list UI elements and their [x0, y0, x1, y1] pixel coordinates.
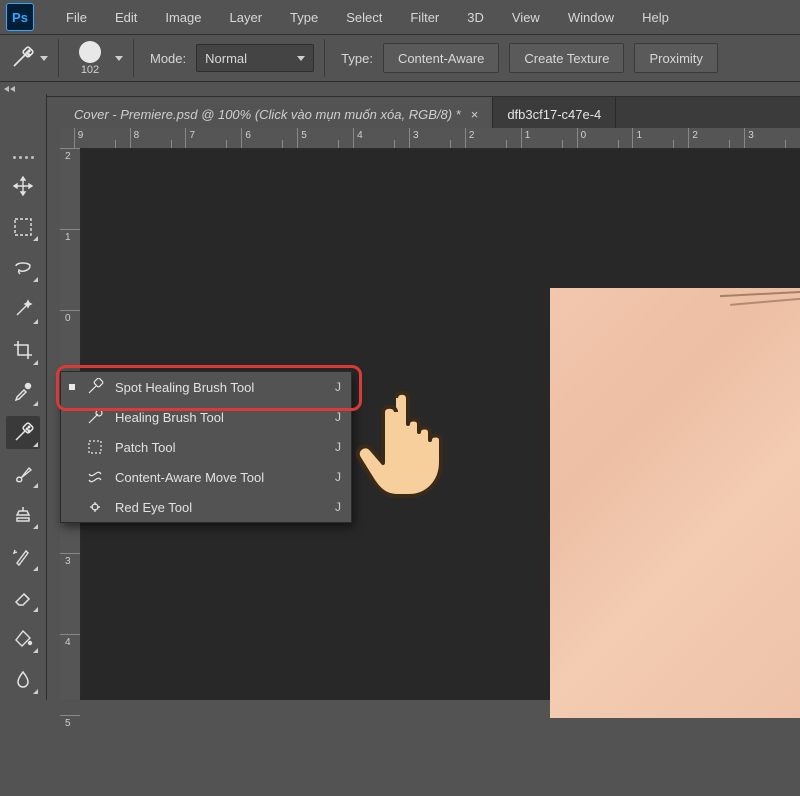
brush-icon — [12, 463, 34, 485]
spot-healing-brush-icon — [11, 421, 35, 445]
menu-file[interactable]: File — [52, 0, 101, 34]
chevron-down-icon — [40, 56, 48, 61]
brush-preview-icon — [79, 41, 101, 63]
brush-preset-picker[interactable]: 102 — [69, 41, 111, 76]
clone-stamp-tool[interactable] — [6, 498, 40, 531]
flyout-item-label: Healing Brush Tool — [115, 410, 325, 425]
current-indicator — [69, 384, 75, 390]
magic-wand-icon — [12, 298, 34, 320]
type-label: Type: — [341, 51, 373, 66]
type-content-aware-button[interactable]: Content-Aware — [383, 43, 499, 73]
lasso-tool[interactable] — [6, 251, 40, 284]
photoshop-logo: Ps — [6, 3, 34, 31]
separator — [133, 39, 134, 77]
eyedropper-tool[interactable] — [6, 375, 40, 408]
paint-bucket-icon — [13, 628, 33, 648]
magic-wand-tool[interactable] — [6, 292, 40, 325]
menu-type[interactable]: Type — [276, 0, 332, 34]
menu-bar: Ps File Edit Image Layer Type Select Fil… — [0, 0, 800, 35]
spot-healing-brush-tool[interactable] — [6, 416, 40, 449]
crop-tool[interactable] — [6, 334, 40, 367]
eyedropper-icon — [12, 380, 34, 402]
mode-value: Normal — [205, 51, 247, 66]
menu-select[interactable]: Select — [332, 0, 396, 34]
menu-window[interactable]: Window — [554, 0, 628, 34]
options-bar: 102 Mode: Normal Type: Content-Aware Cre… — [0, 35, 800, 82]
chevron-down-icon — [297, 56, 305, 61]
marquee-icon — [13, 217, 33, 237]
spot-healing-brush-icon — [8, 44, 36, 72]
flyout-item-healing-brush[interactable]: Healing Brush Tool J — [61, 402, 351, 432]
flyout-item-label: Patch Tool — [115, 440, 325, 455]
marquee-tool[interactable] — [6, 210, 40, 243]
collapse-arrows-icon — [4, 86, 9, 92]
flyout-item-shortcut: J — [335, 500, 341, 514]
eraser-tool[interactable] — [6, 581, 40, 614]
mode-label: Mode: — [150, 51, 186, 66]
menu-layer[interactable]: Layer — [216, 0, 277, 34]
tool-preset-picker[interactable] — [8, 44, 48, 72]
type-proximity-button[interactable]: Proximity — [634, 43, 717, 73]
flyout-item-shortcut: J — [335, 410, 341, 424]
menu-help[interactable]: Help — [628, 0, 683, 34]
document-tab[interactable]: Cover - Premiere.psd @ 100% (Click vào m… — [60, 97, 493, 131]
mode-select[interactable]: Normal — [196, 44, 314, 72]
crop-icon — [12, 339, 34, 361]
menu-filter[interactable]: Filter — [396, 0, 453, 34]
gradient-tool[interactable] — [6, 622, 40, 655]
move-icon — [12, 175, 34, 197]
flyout-item-spot-healing-brush[interactable]: Spot Healing Brush Tool J — [61, 372, 351, 402]
chevron-down-icon[interactable] — [115, 56, 123, 61]
content-aware-move-icon — [85, 467, 105, 487]
flyout-item-shortcut: J — [335, 380, 341, 394]
eraser-icon — [12, 586, 34, 608]
flyout-item-label: Spot Healing Brush Tool — [115, 380, 325, 395]
menu-image[interactable]: Image — [151, 0, 215, 34]
blur-tool[interactable] — [6, 663, 40, 696]
flyout-item-label: Red Eye Tool — [115, 500, 325, 515]
healing-tools-flyout: Spot Healing Brush Tool J Healing Brush … — [60, 371, 352, 523]
tool-panel — [0, 94, 47, 700]
ruler-horizontal[interactable]: 9 8 7 6 5 4 3 2 1 0 1 2 3 — [60, 128, 800, 149]
flyout-item-patch[interactable]: Patch Tool J — [61, 432, 351, 462]
brush-size-value: 102 — [81, 64, 99, 76]
spot-healing-brush-icon — [85, 377, 105, 397]
tool-panel-grip[interactable] — [13, 156, 34, 159]
flyout-item-red-eye[interactable]: Red Eye Tool J — [61, 492, 351, 522]
canvas[interactable] — [550, 288, 800, 718]
flyout-item-content-aware-move[interactable]: Content-Aware Move Tool J — [61, 462, 351, 492]
history-brush-icon — [12, 545, 34, 567]
flyout-item-shortcut: J — [335, 440, 341, 454]
collapse-strip[interactable] — [0, 82, 800, 97]
document-tab[interactable]: dfb3cf17-c47e-4 — [493, 97, 616, 131]
document-tab-title: Cover - Premiere.psd @ 100% (Click vào m… — [74, 107, 461, 122]
separator — [58, 39, 59, 77]
clone-stamp-icon — [12, 504, 34, 526]
patch-icon — [85, 437, 105, 457]
separator — [324, 39, 325, 77]
document-tabs: Cover - Premiere.psd @ 100% (Click vào m… — [60, 97, 800, 132]
blur-icon — [13, 669, 33, 689]
menu-3d[interactable]: 3D — [453, 0, 498, 34]
close-icon[interactable]: × — [471, 107, 479, 122]
type-create-texture-button[interactable]: Create Texture — [509, 43, 624, 73]
menu-view[interactable]: View — [498, 0, 554, 34]
healing-brush-icon — [85, 407, 105, 427]
move-tool[interactable] — [6, 169, 40, 202]
brush-tool[interactable] — [6, 457, 40, 490]
red-eye-icon — [85, 497, 105, 517]
flyout-item-shortcut: J — [335, 470, 341, 484]
menu-edit[interactable]: Edit — [101, 0, 151, 34]
history-brush-tool[interactable] — [6, 539, 40, 572]
document-tab-title: dfb3cf17-c47e-4 — [507, 107, 601, 122]
flyout-item-label: Content-Aware Move Tool — [115, 470, 325, 485]
lasso-icon — [12, 257, 34, 279]
